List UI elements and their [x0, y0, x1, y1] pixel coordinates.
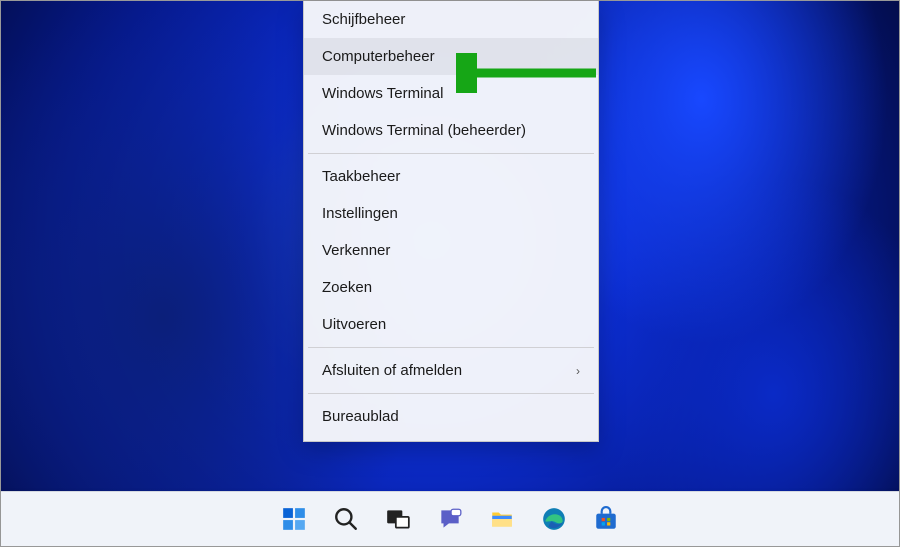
menu-item-instellingen[interactable]: Instellingen: [304, 195, 598, 232]
taskbar-chat-button[interactable]: [430, 499, 470, 539]
menu-item-label: Verkenner: [322, 242, 390, 259]
menu-item-schijfbeheer[interactable]: Schijfbeheer: [304, 1, 598, 38]
taskbar-store-button[interactable]: [586, 499, 626, 539]
menu-item-afsluiten-of-afmelden[interactable]: Afsluiten of afmelden ›: [304, 352, 598, 389]
taskbar-edge-button[interactable]: [534, 499, 574, 539]
taskbar-explorer-button[interactable]: [482, 499, 522, 539]
start-icon: [281, 506, 307, 532]
winx-context-menu: Schijfbeheer Computerbeheer Windows Termin…: [303, 1, 599, 442]
menu-item-label: Uitvoeren: [322, 316, 386, 333]
search-icon: [333, 506, 359, 532]
menu-item-label: Zoeken: [322, 279, 372, 296]
menu-divider: [308, 393, 594, 394]
taskview-icon: [385, 506, 411, 532]
taskbar-search-button[interactable]: [326, 499, 366, 539]
menu-item-label: Taakbeheer: [322, 168, 400, 185]
menu-item-label: Afsluiten of afmelden: [322, 362, 462, 379]
explorer-icon: [489, 506, 515, 532]
taskbar: [1, 491, 899, 546]
menu-item-label: Windows Terminal (beheerder): [322, 122, 526, 139]
menu-item-uitvoeren[interactable]: Uitvoeren: [304, 306, 598, 343]
menu-item-label: Windows Terminal: [322, 85, 443, 102]
menu-item-computerbeheer[interactable]: Computerbeheer: [304, 38, 598, 75]
menu-item-bureaublad[interactable]: Bureaublad: [304, 398, 598, 435]
menu-item-taakbeheer[interactable]: Taakbeheer: [304, 158, 598, 195]
menu-item-label: Schijfbeheer: [322, 11, 405, 28]
menu-divider: [308, 347, 594, 348]
taskbar-taskview-button[interactable]: [378, 499, 418, 539]
menu-item-verkenner[interactable]: Verkenner: [304, 232, 598, 269]
menu-item-windows-terminal-beheerder[interactable]: Windows Terminal (beheerder): [304, 112, 598, 149]
edge-icon: [541, 506, 567, 532]
store-icon: [593, 506, 619, 532]
menu-item-windows-terminal[interactable]: Windows Terminal: [304, 75, 598, 112]
chat-icon: [437, 506, 463, 532]
taskbar-start-button[interactable]: [274, 499, 314, 539]
menu-item-label: Computerbeheer: [322, 48, 435, 65]
menu-divider: [308, 153, 594, 154]
menu-item-zoeken[interactable]: Zoeken: [304, 269, 598, 306]
menu-item-label: Instellingen: [322, 205, 398, 222]
chevron-right-icon: ›: [576, 364, 580, 378]
menu-item-label: Bureaublad: [322, 408, 399, 425]
